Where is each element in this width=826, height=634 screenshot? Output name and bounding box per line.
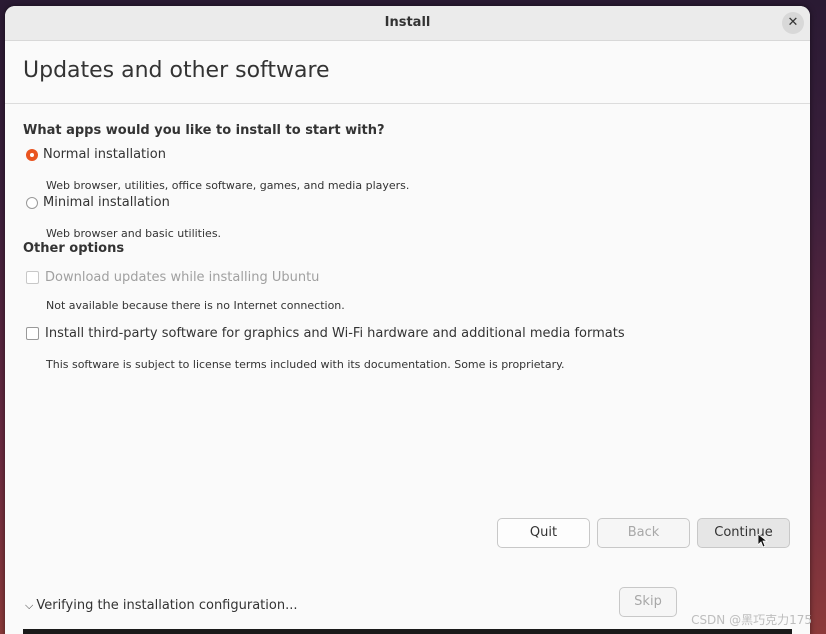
title-bar: Install ✕ <box>5 6 810 41</box>
installer-window: Install ✕ Updates and other software Wha… <box>5 6 810 634</box>
page-header: Updates and other software <box>5 41 810 104</box>
third-party-label: Install third-party software for graphic… <box>45 326 625 341</box>
radio-checked-icon <box>26 148 38 161</box>
install-log-strip <box>23 629 792 634</box>
progress-status-text: Verifying the installation configuration… <box>36 598 298 613</box>
download-updates-checkbox[interactable]: Download updates while installing Ubuntu <box>26 270 319 285</box>
chevron-down-icon: ⌵ <box>25 598 34 612</box>
minimal-installation-label: Minimal installation <box>43 195 170 210</box>
apps-question: What apps would you like to install to s… <box>23 123 385 138</box>
download-updates-label: Download updates while installing Ubuntu <box>45 270 320 285</box>
normal-installation-label: Normal installation <box>43 147 166 162</box>
progress-expander[interactable]: ⌵ Verifying the installation configurati… <box>25 598 297 613</box>
normal-installation-desc: Web browser, utilities, office software,… <box>46 179 410 192</box>
checkbox-icon <box>26 327 39 340</box>
close-icon: ✕ <box>787 15 799 30</box>
mouse-pointer-icon <box>758 534 768 548</box>
other-options-heading: Other options <box>23 241 125 256</box>
third-party-desc: This software is subject to license term… <box>46 358 565 371</box>
minimal-installation-desc: Web browser and basic utilities. <box>46 227 222 240</box>
watermark-text: CSDN @黑巧克力175 <box>691 613 812 627</box>
minimal-installation-radio[interactable]: Minimal installation <box>26 195 170 210</box>
checkbox-disabled-icon <box>26 271 39 284</box>
normal-installation-radio[interactable]: Normal installation <box>26 147 166 162</box>
skip-button[interactable]: Skip <box>619 587 677 617</box>
back-button[interactable]: Back <box>597 518 690 548</box>
window-title: Install <box>384 15 431 30</box>
continue-button[interactable]: Continue <box>697 518 790 548</box>
radio-unchecked-icon <box>26 196 38 209</box>
page-title: Updates and other software <box>23 58 330 83</box>
download-updates-desc: Not available because there is no Intern… <box>46 299 345 312</box>
third-party-checkbox[interactable]: Install third-party software for graphic… <box>26 326 625 341</box>
close-button[interactable]: ✕ <box>782 12 804 34</box>
quit-button[interactable]: Quit <box>497 518 590 548</box>
